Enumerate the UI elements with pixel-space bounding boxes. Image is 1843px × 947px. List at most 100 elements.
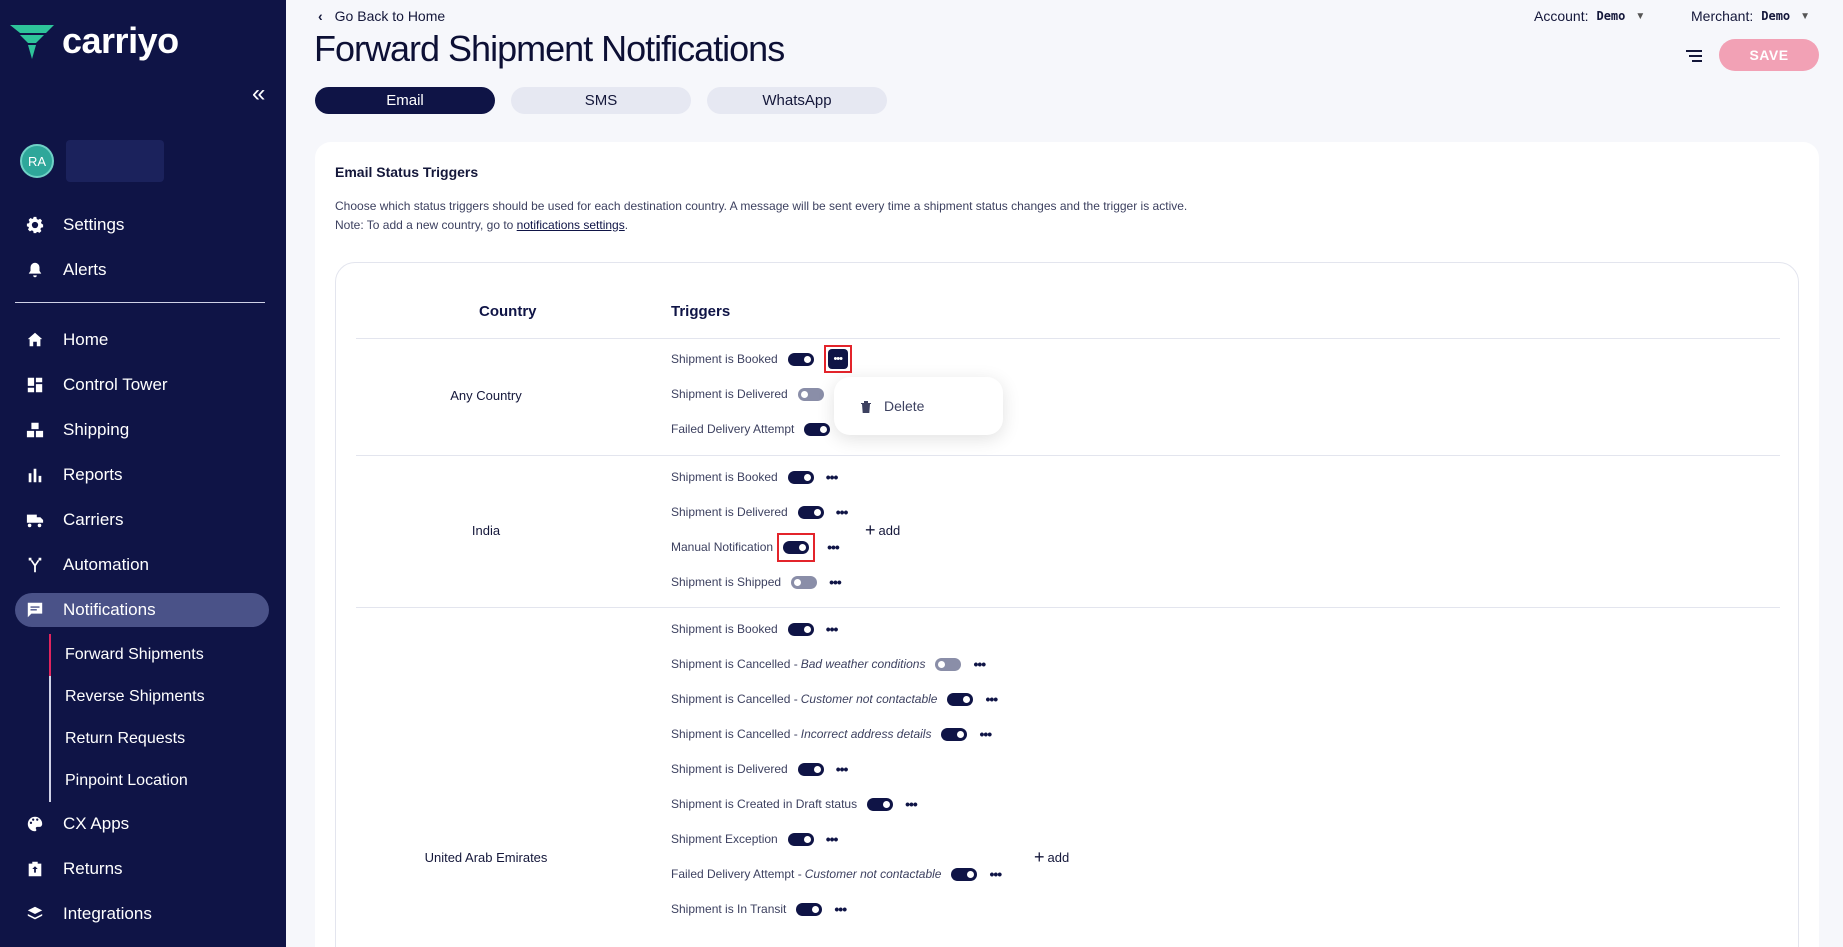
- note-suffix: .: [624, 217, 629, 232]
- truck-icon: [25, 510, 45, 530]
- column-header-country: Country: [479, 303, 537, 320]
- triggers-table: Country Triggers Any Country Shipment is…: [335, 262, 1799, 947]
- ellipsis-icon[interactable]: •••: [829, 575, 842, 589]
- trigger-row: Failed Delivery Attempt - Customer not c…: [671, 864, 1002, 884]
- ellipsis-icon[interactable]: •••: [836, 505, 849, 519]
- page-title: Forward Shipment Notifications: [314, 28, 785, 69]
- plus-icon: +: [1034, 847, 1045, 867]
- nav-label: Settings: [63, 215, 125, 234]
- sort-filter-icon[interactable]: [1686, 49, 1702, 68]
- nav-item-alerts[interactable]: Alerts: [15, 253, 269, 287]
- trigger-toggle[interactable]: [796, 902, 823, 916]
- merchant-label: Merchant:: [1691, 8, 1754, 24]
- subnav-item-forward-shipments[interactable]: Forward Shipments: [49, 634, 269, 676]
- ellipsis-icon[interactable]: •••: [985, 692, 998, 706]
- nav-label: Control Tower: [63, 375, 168, 394]
- nav-label: Returns: [63, 859, 123, 878]
- ellipsis-icon[interactable]: •••: [979, 727, 992, 741]
- boxes-icon: [25, 420, 45, 440]
- collapse-sidebar-icon[interactable]: «: [252, 80, 265, 108]
- trigger-row: Shipment is Booked •••: [671, 345, 852, 373]
- add-trigger-button[interactable]: + add: [865, 521, 900, 539]
- account-value: Demo: [1596, 9, 1626, 23]
- ellipsis-icon[interactable]: •••: [905, 797, 918, 811]
- tab-whatsapp[interactable]: WhatsApp: [707, 87, 887, 114]
- brand-name: carriyo: [62, 20, 179, 61]
- tab-sms[interactable]: SMS: [511, 87, 691, 114]
- save-button[interactable]: SAVE: [1719, 39, 1819, 71]
- subnav-item-pinpoint-location[interactable]: Pinpoint Location: [49, 760, 269, 802]
- ellipsis-icon[interactable]: •••: [827, 540, 840, 554]
- nav-item-cx-apps[interactable]: CX Apps: [15, 807, 269, 841]
- sidebar: carriyo « RA Settings Alerts Home Contro…: [0, 0, 286, 947]
- country-name: United Arab Emirates: [424, 850, 548, 865]
- user-profile[interactable]: RA: [20, 140, 164, 182]
- nav-label: Reports: [63, 465, 123, 484]
- trigger-toggle[interactable]: [951, 867, 978, 881]
- nav-item-automation[interactable]: Automation: [15, 548, 269, 582]
- nav-item-returns[interactable]: Returns: [15, 852, 269, 886]
- trigger-toggle[interactable]: [935, 657, 962, 671]
- nav-item-reports[interactable]: Reports: [15, 458, 269, 492]
- nav-item-settings[interactable]: Settings: [15, 208, 269, 242]
- merchant-selector[interactable]: Merchant: Demo ▼: [1691, 8, 1810, 24]
- automation-icon: [25, 555, 45, 575]
- trigger-toggle[interactable]: [787, 470, 814, 484]
- trigger-label: Shipment is Delivered: [671, 505, 788, 519]
- highlighted-toggle-frame: [777, 532, 816, 562]
- back-label: Go Back to Home: [334, 8, 446, 24]
- trigger-toggle[interactable]: [787, 352, 814, 366]
- trigger-label: Manual Notification: [671, 540, 774, 554]
- ellipsis-icon[interactable]: •••: [826, 622, 839, 636]
- subnav-item-return-requests[interactable]: Return Requests: [49, 718, 269, 760]
- ellipsis-icon[interactable]: •••: [989, 867, 1002, 881]
- trigger-label: Shipment is Booked: [671, 352, 778, 366]
- nav-item-shipping[interactable]: Shipping: [15, 413, 269, 447]
- ellipsis-icon[interactable]: •••: [973, 657, 986, 671]
- trigger-row: Shipment is Delivered •••: [671, 759, 849, 779]
- trigger-toggle[interactable]: [941, 727, 968, 741]
- column-header-triggers: Triggers: [671, 303, 731, 320]
- trigger-label: Shipment is Created in Draft status: [671, 797, 858, 811]
- ellipsis-icon[interactable]: •••: [836, 762, 849, 776]
- user-name-redacted: [66, 140, 164, 182]
- trigger-toggle[interactable]: [783, 540, 810, 554]
- trigger-label: Shipment is Cancelled -: [671, 657, 798, 671]
- ellipsis-icon[interactable]: •••: [826, 470, 839, 484]
- trigger-toggle[interactable]: [787, 622, 814, 636]
- trigger-row: Shipment is Delivered: [671, 384, 824, 404]
- trigger-toggle[interactable]: [804, 422, 831, 436]
- row-divider: [356, 455, 1780, 456]
- trigger-toggle[interactable]: [797, 762, 824, 776]
- trigger-toggle[interactable]: [787, 832, 814, 846]
- nav-item-integrations[interactable]: Integrations: [15, 897, 269, 931]
- notifications-settings-link[interactable]: notifications settings: [517, 218, 625, 232]
- tab-email[interactable]: Email: [315, 87, 495, 114]
- trigger-row: Shipment is Cancelled - Incorrect addres…: [671, 724, 992, 744]
- plus-icon: +: [865, 520, 876, 540]
- nav-item-home[interactable]: Home: [15, 323, 269, 357]
- add-trigger-button[interactable]: + add: [1034, 848, 1069, 866]
- delete-menu-item[interactable]: Delete: [834, 377, 1003, 435]
- layers-icon: [25, 904, 45, 924]
- subnav-item-reverse-shipments[interactable]: Reverse Shipments: [49, 676, 269, 718]
- row-divider: [356, 338, 1780, 339]
- nav-item-carriers[interactable]: Carriers: [15, 503, 269, 537]
- more-options-button[interactable]: •••: [823, 345, 852, 373]
- trigger-row: Shipment Exception •••: [671, 829, 839, 849]
- trigger-toggle[interactable]: [791, 575, 818, 589]
- trigger-toggle[interactable]: [867, 797, 894, 811]
- nav-item-notifications[interactable]: Notifications: [15, 593, 269, 627]
- nav-label: Automation: [63, 555, 149, 574]
- back-link[interactable]: ‹ Go Back to Home: [318, 8, 445, 24]
- trigger-toggle[interactable]: [797, 387, 824, 401]
- trigger-toggle[interactable]: [947, 692, 974, 706]
- trigger-label: Failed Delivery Attempt: [671, 422, 795, 436]
- nav-item-control-tower[interactable]: Control Tower: [15, 368, 269, 402]
- channel-tabs: Email SMS WhatsApp: [315, 87, 887, 114]
- ellipsis-icon[interactable]: •••: [826, 832, 839, 846]
- ellipsis-icon[interactable]: •••: [834, 902, 847, 916]
- account-selector[interactable]: Account: Demo ▼: [1534, 8, 1645, 24]
- brand-logo[interactable]: carriyo: [10, 20, 179, 62]
- trigger-toggle[interactable]: [797, 505, 824, 519]
